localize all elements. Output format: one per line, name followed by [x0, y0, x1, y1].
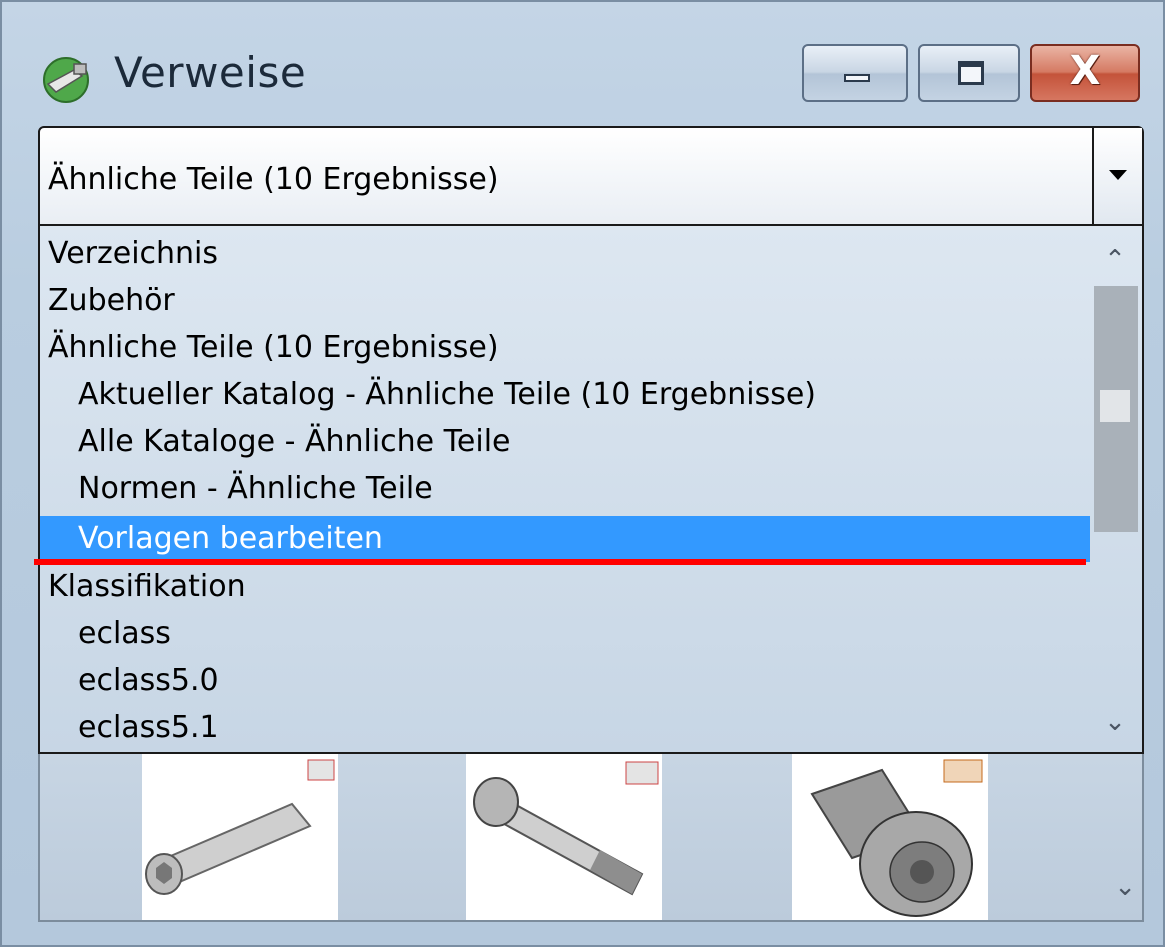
combobox-selected-value: Ähnliche Teile (10 Ergebnisse): [48, 162, 499, 197]
list-item[interactable]: Klassifikation: [40, 564, 1090, 610]
list-item[interactable]: eclass: [40, 611, 1090, 657]
socket-head-screw-short-icon: [810, 759, 983, 917]
list-item[interactable]: Normen - Ähnliche Teile: [40, 466, 1090, 512]
part-thumbnail[interactable]: [142, 754, 338, 920]
references-window: Verweise X Ähnliche Teile (10 Ergebnisse…: [0, 0, 1165, 947]
close-icon: X: [1069, 48, 1101, 94]
window-title: Verweise: [114, 48, 307, 97]
annotation-underline: [34, 559, 1086, 565]
title-bar[interactable]: Verweise X: [2, 2, 1163, 112]
minimize-icon: [844, 74, 870, 82]
dropdown-scrollbar[interactable]: ⌃ ⌄: [1088, 226, 1142, 752]
references-app-icon: [38, 50, 98, 106]
part-thumbnail[interactable]: [466, 754, 662, 920]
combobox-dropdown-list: Verzeichnis Zubehör Ähnliche Teile (10 E…: [34, 224, 1144, 754]
socket-head-screw-icon: [145, 759, 335, 895]
scrollbar-grip: [1100, 390, 1130, 422]
list-item[interactable]: Verzeichnis: [40, 231, 1090, 277]
minimize-button[interactable]: [802, 44, 908, 102]
chevron-down-icon[interactable]: ⌄: [1088, 692, 1142, 752]
similar-parts-thumbnails: ⌄: [38, 742, 1144, 922]
flange-bolt-icon: [473, 761, 659, 896]
scrollbar-thumb[interactable]: [1094, 286, 1138, 532]
references-combobox[interactable]: Ähnliche Teile (10 Ergebnisse): [38, 126, 1144, 226]
list-item[interactable]: Alle Kataloge - Ähnliche Teile: [40, 419, 1090, 465]
chevron-up-icon[interactable]: ⌃: [1088, 230, 1142, 290]
list-item[interactable]: eclass5.0: [40, 658, 1090, 704]
list-item[interactable]: Aktueller Katalog - Ähnliche Teile (10 E…: [40, 372, 1090, 418]
chevron-down-icon[interactable]: ⌄: [1114, 872, 1136, 902]
dropdown-items: Verzeichnis Zubehör Ähnliche Teile (10 E…: [34, 226, 1090, 752]
maximize-icon: [958, 61, 984, 85]
list-item[interactable]: Zubehör: [40, 278, 1090, 324]
list-item-selected[interactable]: Vorlagen bearbeiten: [40, 516, 1090, 562]
list-item[interactable]: Ähnliche Teile (10 Ergebnisse): [40, 325, 1090, 371]
scrollbar-track[interactable]: [1094, 286, 1138, 690]
list-item[interactable]: eclass5.1: [40, 705, 1090, 751]
maximize-button[interactable]: [918, 44, 1020, 102]
close-button[interactable]: X: [1030, 44, 1140, 102]
part-thumbnail[interactable]: [792, 754, 988, 920]
combobox-dropdown-button[interactable]: [1092, 128, 1142, 224]
triangle-down-icon: [1109, 170, 1127, 180]
